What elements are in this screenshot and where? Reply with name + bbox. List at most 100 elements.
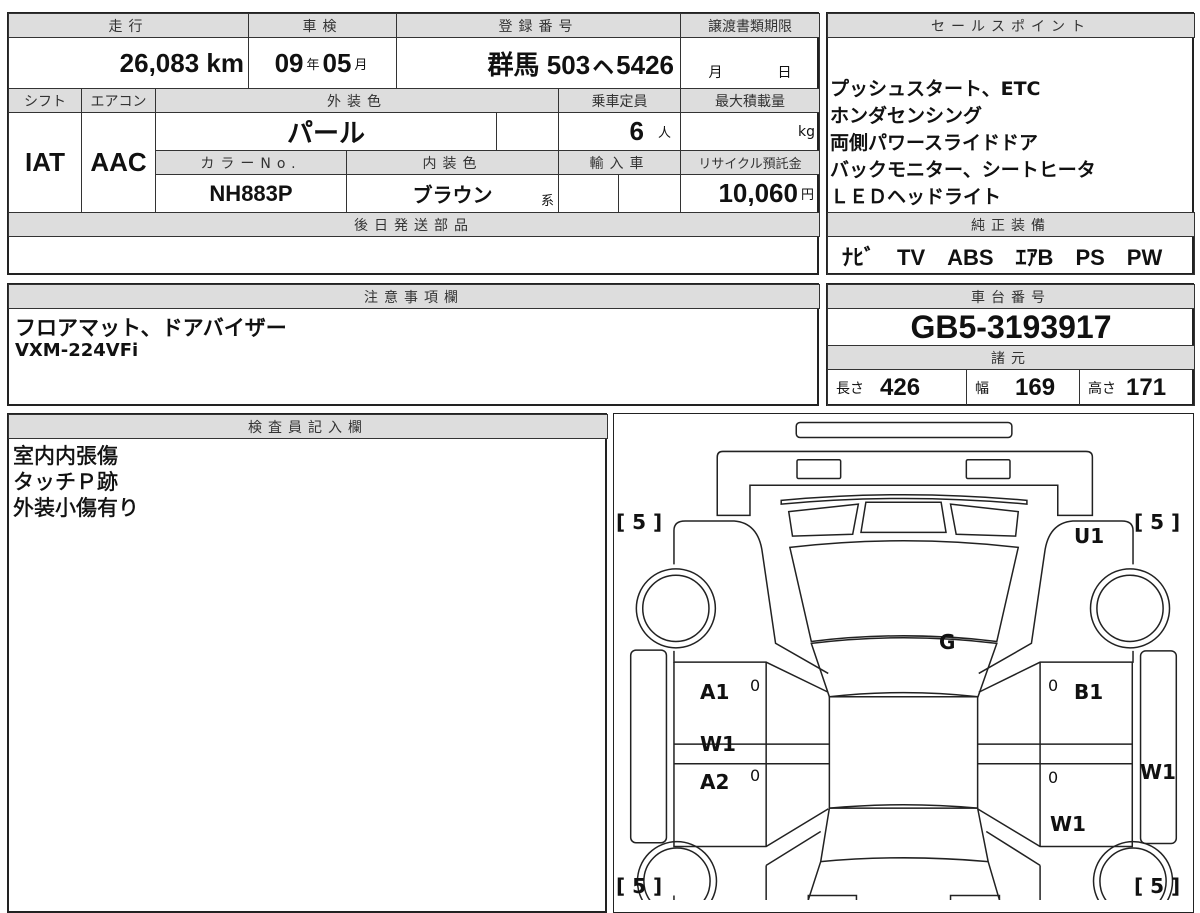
length-cell: 長さ 426 bbox=[827, 369, 967, 406]
right-step bbox=[1139, 650, 1178, 845]
yen-unit: 円 bbox=[800, 187, 814, 202]
hood bbox=[807, 804, 1001, 900]
mileage-unit: km bbox=[206, 47, 244, 78]
capacity-header: 乗車定員 bbox=[558, 88, 681, 113]
capacity-value: 6人 bbox=[558, 112, 681, 151]
rear-bar bbox=[795, 421, 1013, 439]
damage-a1: A1 bbox=[700, 680, 730, 704]
damage-a2: A2 bbox=[700, 770, 730, 794]
front-bumper bbox=[807, 894, 1001, 900]
notes-line: VXM-224VFi bbox=[15, 340, 139, 361]
length-label: 長さ bbox=[836, 380, 864, 397]
width-cell: 幅 169 bbox=[966, 369, 1080, 406]
inspector-line: タッチＰ跡 bbox=[13, 470, 119, 495]
deadline-header: 譲渡書類期限 bbox=[680, 13, 820, 38]
recycle-header: リサイクル預託金 bbox=[680, 150, 820, 175]
lamp-left bbox=[796, 458, 842, 480]
roof bbox=[788, 540, 1020, 643]
rear-glass bbox=[787, 501, 1020, 537]
notes-line: フロアマット、ドアバイザー bbox=[15, 316, 287, 340]
zero-mark: 0 bbox=[750, 766, 761, 785]
sales-points-header: セールスポイント bbox=[827, 13, 1195, 38]
aircon-value: AAC bbox=[81, 112, 156, 213]
deadline-month: 月 bbox=[708, 65, 723, 81]
chassis-header: 車台番号 bbox=[827, 284, 1195, 309]
left-step bbox=[629, 649, 668, 844]
damage-g: G bbox=[939, 630, 956, 654]
width-value: 169 bbox=[1015, 373, 1056, 401]
lamp-right bbox=[965, 458, 1011, 480]
inspector-header: 検査員記入欄 bbox=[8, 414, 608, 439]
exterior-color-header: 外装色 bbox=[155, 88, 559, 113]
sales-point: ホンダセンシング bbox=[830, 105, 983, 127]
recycle-value: 10,060 円 bbox=[680, 174, 820, 213]
shift-value: IAT bbox=[8, 112, 82, 213]
shift-header: シフト bbox=[8, 88, 82, 113]
height-value: 171 bbox=[1126, 373, 1167, 401]
damage-b1: B1 bbox=[1074, 680, 1104, 704]
aircon-header: エアコン bbox=[81, 88, 156, 113]
zero-mark: 0 bbox=[1048, 676, 1059, 695]
chassis-number: GB5-3193917 bbox=[827, 308, 1195, 346]
registration-header: 登録番号 bbox=[396, 13, 681, 38]
interior-color-value: ブラウン 系 bbox=[346, 174, 559, 213]
recycle-amount: 10,060 bbox=[718, 178, 798, 208]
equipment-items: ﾅﾋﾞ TV ABS ｴｱB PS PW bbox=[827, 236, 1195, 275]
vehicle-table: 走行 車検 登録番号 譲渡書類期限 26,083 km 09 年 05 月 群馬 50… bbox=[7, 12, 820, 275]
spec-header: 諸元 bbox=[827, 345, 1195, 370]
notes-box: 注意事項欄 フロアマット、ドアバイザー VXM-224VFi bbox=[7, 283, 820, 406]
tire-tread-front-right: [ 5 ] bbox=[1134, 510, 1181, 534]
month-unit: 月 bbox=[354, 56, 368, 72]
max-load-value: kg bbox=[680, 112, 820, 151]
damage-u1: U1 bbox=[1074, 524, 1105, 548]
inspection-header: 車検 bbox=[248, 13, 397, 38]
inspector-box: 検査員記入欄 室内内張傷 タッチＰ跡 外装小傷有り bbox=[7, 413, 608, 913]
interior-color-header: 内装色 bbox=[346, 150, 559, 175]
mileage-value: 26,083 km bbox=[8, 37, 249, 89]
chassis-box: 車台番号 GB5-3193917 諸元 長さ 426 幅 169 高さ 171 bbox=[826, 283, 1195, 406]
deadline-day: 日 bbox=[777, 65, 792, 81]
left-rear-fender bbox=[673, 830, 822, 900]
height-cell: 高さ 171 bbox=[1079, 369, 1195, 406]
interior-color-text: ブラウン bbox=[412, 185, 493, 207]
color-no-value: NH883P bbox=[155, 174, 347, 213]
windshield bbox=[810, 636, 998, 698]
import-cell-1 bbox=[558, 174, 619, 213]
sales-point: プッシュスタート、ETC bbox=[830, 78, 1041, 100]
zero-mark: 0 bbox=[750, 676, 761, 695]
equipment-header: 純正装備 bbox=[827, 212, 1195, 237]
tire-tread-front-left: [ 5 ] bbox=[616, 510, 663, 534]
inspector-notes: 室内内張傷 タッチＰ跡 外装小傷有り bbox=[13, 443, 140, 521]
import-header: 輸入車 bbox=[558, 150, 681, 175]
mileage-number: 26,083 bbox=[119, 47, 200, 78]
inspection-year: 09 bbox=[274, 47, 304, 78]
max-load-header: 最大積載量 bbox=[680, 88, 820, 113]
inspector-line: 室内内張傷 bbox=[13, 444, 119, 469]
deadline-value: 月日 bbox=[680, 37, 820, 89]
tire-tread-rear-right: [ 5 ] bbox=[1134, 874, 1181, 898]
sales-point: 両側パワースライドドア bbox=[830, 132, 1039, 154]
bumper bbox=[716, 450, 1094, 517]
inspection-month: 05 bbox=[322, 47, 352, 78]
exterior-color-value: パール bbox=[155, 112, 497, 151]
exterior-color-blank bbox=[496, 112, 559, 151]
damage-diagram: [ 5 ] [ 5 ] [ 5 ] [ 5 ] U1 G A1 0 B1 0 W… bbox=[613, 413, 1194, 913]
color-no-header: カラーNo. bbox=[155, 150, 347, 175]
damage-w1-right: W1 bbox=[1140, 760, 1176, 784]
sales-points-list: プッシュスタート、ETC ホンダセンシング 両側パワースライドドア バックモニタ… bbox=[830, 76, 1096, 211]
inspector-line: 外装小傷有り bbox=[13, 496, 140, 521]
registration-value: 群馬 503ㇸ5426 bbox=[396, 37, 681, 89]
sales-point: バックモニター、シートヒータ bbox=[830, 159, 1096, 181]
capacity-number: 6 bbox=[629, 116, 644, 146]
sales-point: ＬＥＤヘッドライト bbox=[830, 186, 1002, 208]
import-cell-2 bbox=[618, 174, 681, 213]
year-unit: 年 bbox=[306, 56, 320, 72]
mileage-header: 走行 bbox=[8, 13, 249, 38]
parts-later-header: 後日発送部品 bbox=[8, 212, 820, 237]
zero-mark: 0 bbox=[1048, 768, 1059, 787]
damage-w1-rear: W1 bbox=[1050, 812, 1086, 836]
right-front-fender bbox=[978, 520, 1134, 693]
notes-header: 注意事項欄 bbox=[8, 284, 820, 309]
inspection-value: 09 年 05 月 bbox=[248, 37, 397, 89]
interior-suffix: 系 bbox=[540, 194, 554, 209]
